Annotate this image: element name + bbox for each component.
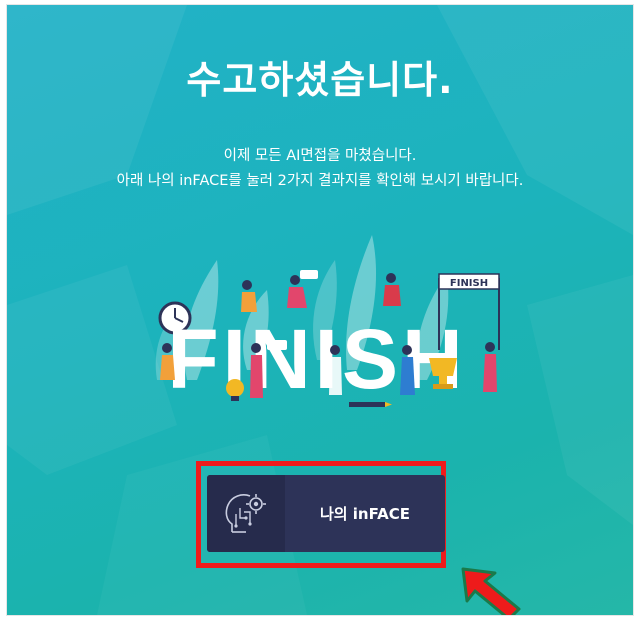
red-arrow-icon [461,567,521,615]
page-title: 수고하셨습니다. [186,58,454,102]
message-line-1: 이제 모든 AI면접을 마쳤습니다. [223,148,417,164]
finish-panel: 수고하셨습니다. 이제 모든 AI면접을 마쳤습니다. 아래 나의 inFACE… [6,4,634,616]
message-line-2: 아래 나의 inFACE를 눌러 2가지 결과지를 확인해 보시기 바랍니다. [116,173,524,189]
finish-word: FINISH [167,312,466,406]
my-inface-button-label: 나의 inFACE [319,505,411,523]
trophy-icon [429,358,457,389]
ai-head-gear-icon [207,475,285,552]
svg-text:FINISH: FINISH [450,278,488,289]
pencil-icon [349,402,392,407]
finish-illustration: FINISH FINISH [155,235,500,407]
my-inface-button[interactable]: 나의 inFACE [207,475,445,552]
